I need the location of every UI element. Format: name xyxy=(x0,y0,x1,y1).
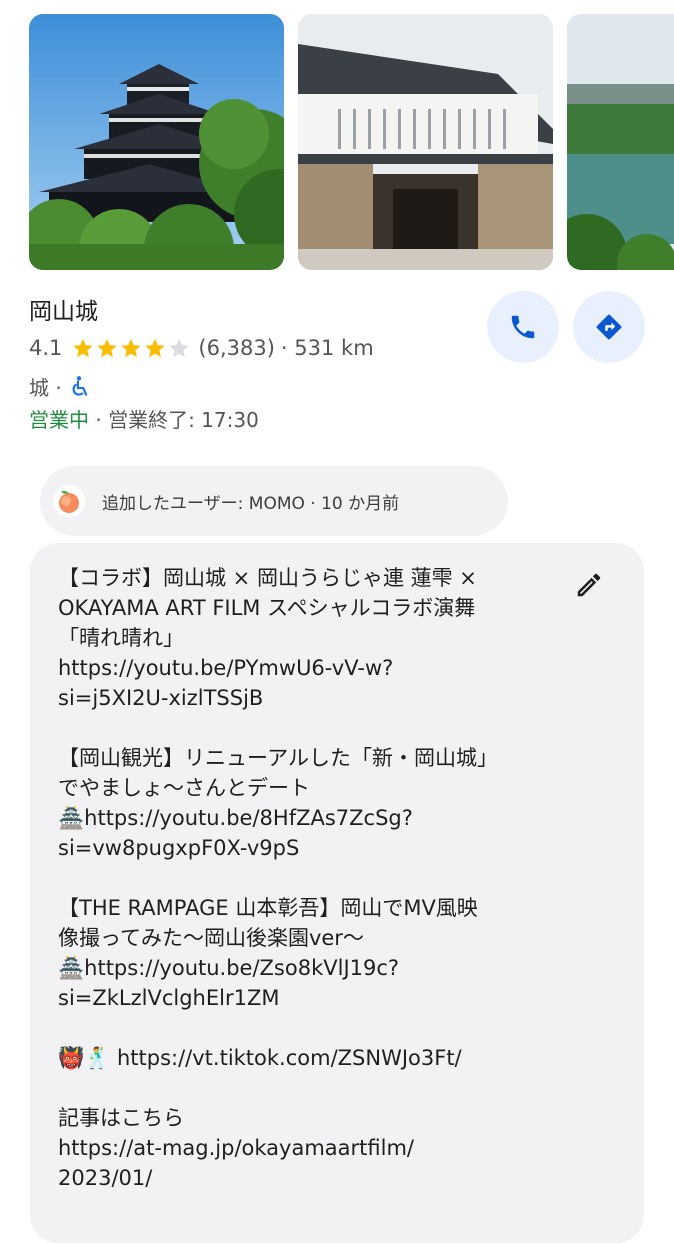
description-line: 記事はこちら xyxy=(58,1106,184,1130)
description-line: OKAYAMA ART FILM スペシャルコラボ演舞 xyxy=(58,596,476,620)
castle-gate-photo[interactable] xyxy=(298,14,553,270)
distance-label: · 531 km xyxy=(280,336,374,360)
star-filled-icon xyxy=(121,338,142,358)
description-line: si=j5XI2U-xizlTSSjB xyxy=(58,686,264,710)
description-text[interactable]: 【コラボ】岡山城 × 岡山うらじゃ連 蓮雫 × OKAYAMA ART FILM … xyxy=(58,563,598,1193)
peach-icon xyxy=(53,485,85,517)
description-line xyxy=(58,1013,598,1043)
hours-row[interactable]: 営業中 · 営業終了: 17:30 xyxy=(29,404,259,433)
open-status: 営業中 xyxy=(29,408,89,432)
description-line[interactable]: 👹🕺 https://vt.tiktok.com/ZSNWJo3Ft/ xyxy=(58,1043,598,1073)
description-line xyxy=(58,1073,598,1103)
description-line: si=vw8pugxpF0X-v9pS xyxy=(58,836,300,860)
directions-icon xyxy=(596,314,622,340)
review-count[interactable]: (6,383) xyxy=(198,336,275,360)
description-line: si=ZkLzlVclghElr1ZM xyxy=(58,986,280,1010)
pencil-icon[interactable] xyxy=(574,570,604,600)
wheelchair-accessible-icon xyxy=(72,375,87,396)
place-title: 岡山城 xyxy=(29,299,98,325)
star-empty-icon xyxy=(169,338,190,358)
place-description-card: 【コラボ】岡山城 × 岡山うらじゃ連 蓮雫 × OKAYAMA ART FILM … xyxy=(30,543,644,1243)
star-filled-icon xyxy=(97,338,118,358)
directions-button[interactable] xyxy=(573,291,645,363)
description-line: 2023/01/ xyxy=(58,1166,153,1190)
castle-river-photo[interactable] xyxy=(567,14,674,270)
description-line: 像撮ってみた〜岡山後楽園ver〜 xyxy=(58,926,364,950)
photo-carousel[interactable] xyxy=(29,14,674,270)
description-line xyxy=(58,713,598,743)
description-line[interactable]: https://at-mag.jp/okayamaartfilm/ xyxy=(58,1133,598,1163)
description-line: 「晴れ晴れ」 xyxy=(58,626,184,650)
castle-main-photo[interactable] xyxy=(29,14,284,270)
description-line: 【THE RAMPAGE 山本彰吾】岡山でMV風映 xyxy=(58,896,478,920)
rating-row[interactable]: 4.1 (6,383) · 531 km xyxy=(29,336,374,360)
description-line: 【岡山観光】リニューアルした「新・岡山城」 xyxy=(58,746,498,770)
category-label: 城 · xyxy=(29,376,62,400)
added-by-user-chip[interactable]: 追加したユーザー: MOMO · 10 か月前 xyxy=(40,466,508,536)
description-line xyxy=(58,863,598,893)
closing-time: · 営業終了: 17:30 xyxy=(89,408,259,432)
category-row: 城 · xyxy=(29,372,92,401)
call-button[interactable] xyxy=(487,291,559,363)
star-rating xyxy=(72,337,192,359)
description-line[interactable]: 🏯https://youtu.be/Zso8kVlJ19c? xyxy=(58,953,598,983)
phone-icon xyxy=(511,315,535,339)
star-filled-icon xyxy=(73,338,94,358)
description-line: でやましょ〜さんとデート xyxy=(58,776,310,800)
description-line[interactable]: 🏯https://youtu.be/8HfZAs7ZcSg? xyxy=(58,803,598,833)
added-by-text: 追加したユーザー: MOMO · 10 か月前 xyxy=(102,493,400,514)
description-line: 【コラボ】岡山城 × 岡山うらじゃ連 蓮雫 × xyxy=(58,566,477,590)
description-line[interactable]: https://youtu.be/PYmwU6-vV-w? xyxy=(58,653,598,683)
star-filled-icon xyxy=(145,338,166,358)
rating-value: 4.1 xyxy=(29,336,63,360)
